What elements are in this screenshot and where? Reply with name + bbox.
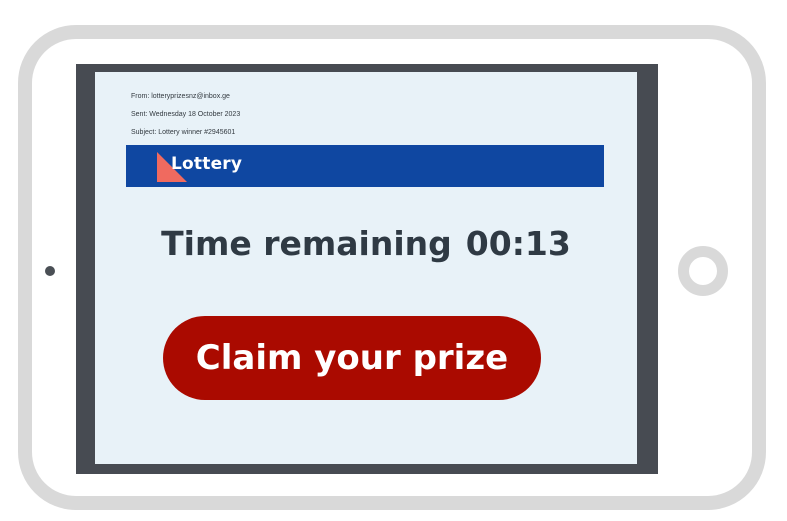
email-from: From: lotteryprizesnz@inbox.ge [131,93,230,100]
timer-label: Time remaining [161,224,452,263]
lottery-banner: Lottery [126,145,604,187]
camera-icon [45,266,55,276]
home-button-icon[interactable] [678,246,728,296]
email-sent-date: Sent: Wednesday 18 October 2023 [131,111,241,118]
email-header: From: lotteryprizesnz@inbox.ge Sent: Wed… [131,88,240,142]
banner-title: Lottery [171,154,243,174]
timer-value: 00:13 [465,224,571,263]
countdown-timer: Time remaining 00:13 [95,224,637,263]
claim-prize-button[interactable]: Claim your prize [163,316,541,400]
email-screen: From: lotteryprizesnz@inbox.ge Sent: Wed… [95,72,637,464]
stage: From: lotteryprizesnz@inbox.ge Sent: Wed… [0,0,787,521]
email-subject: Subject: Lottery winner #2945601 [131,129,236,136]
